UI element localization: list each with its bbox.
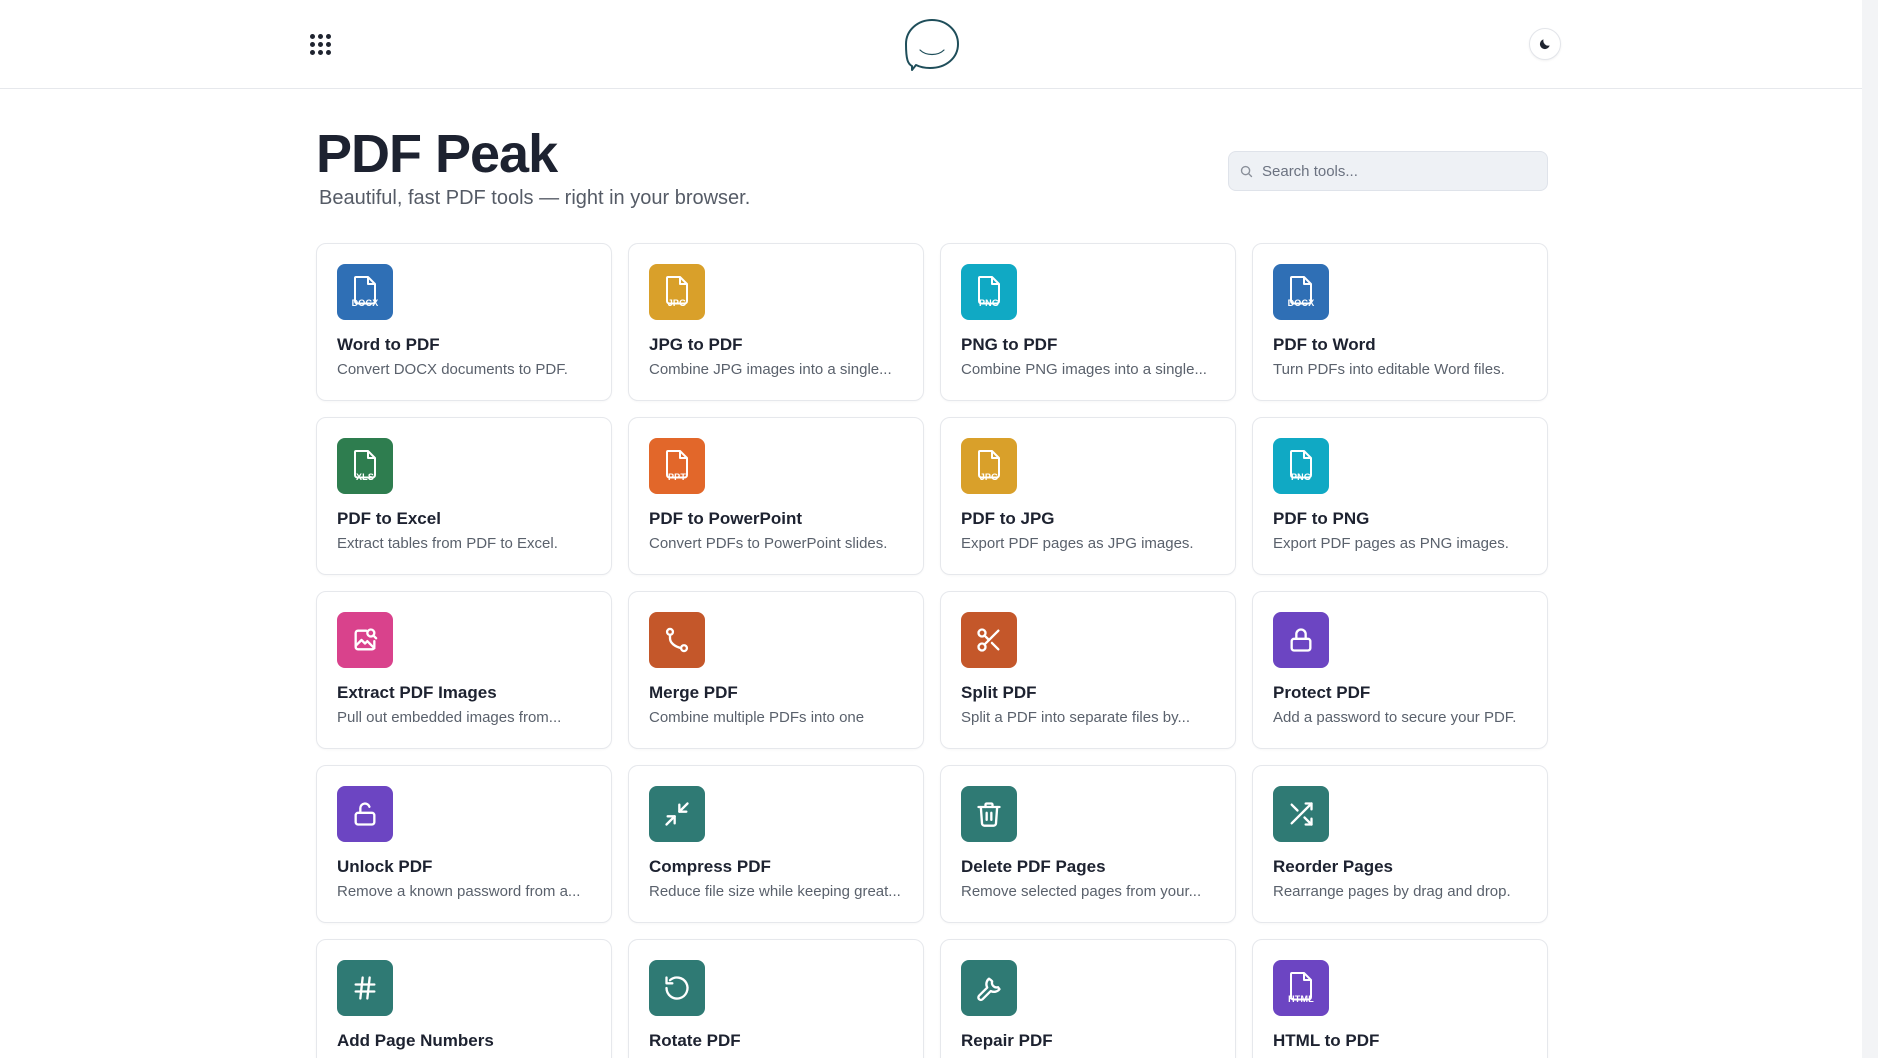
- tool-card-pdf-to-png[interactable]: PNG PDF to PNG Export PDF pages as PNG ima…: [1252, 417, 1548, 575]
- tool-card-png-to-pdf[interactable]: PNG PNG to PDF Combine PNG images into a s…: [940, 243, 1236, 401]
- tool-card-split-pdf[interactable]: Split PDF Split a PDF into separate files…: [940, 591, 1236, 749]
- file-icon: JPG: [649, 264, 705, 320]
- merge-icon: [649, 612, 705, 668]
- page-scrollbar[interactable]: [1862, 0, 1878, 1058]
- tool-card-rotate-pdf[interactable]: Rotate PDF: [628, 939, 924, 1058]
- tool-description: Convert PDFs to PowerPoint slides.: [649, 535, 888, 552]
- tool-description: Turn PDFs into editable Word files.: [1273, 361, 1505, 378]
- tool-card-pdf-to-powerpoint[interactable]: PPT PDF to PowerPoint Convert PDFs to Powe…: [628, 417, 924, 575]
- file-icon: PNG: [961, 264, 1017, 320]
- tool-card-delete-pdf-pages[interactable]: Delete PDF Pages Remove selected pages fr…: [940, 765, 1236, 923]
- tool-name: Protect PDF: [1273, 683, 1371, 702]
- tool-name: PDF to PowerPoint: [649, 509, 802, 528]
- scissors-icon: [961, 612, 1017, 668]
- file-icon: PPT: [649, 438, 705, 494]
- file-type-badge: HTML: [1288, 994, 1314, 1004]
- file-icon: PNG: [1273, 438, 1329, 494]
- tool-card-word-to-pdf[interactable]: DOCX Word to PDF Convert DOCX documents to…: [316, 243, 612, 401]
- theme-toggle-button[interactable]: [1529, 28, 1561, 60]
- image-search-icon: [337, 612, 393, 668]
- chat-bubble-logo[interactable]: [902, 16, 962, 72]
- tool-card-repair-pdf[interactable]: Repair PDF: [940, 939, 1236, 1058]
- tool-description: Remove selected pages from your...: [961, 883, 1202, 900]
- tool-description: Remove a known password from a...: [337, 883, 581, 900]
- file-icon: JPG: [961, 438, 1017, 494]
- apps-menu-button[interactable]: [302, 26, 338, 62]
- file-type-badge: PNG: [1290, 472, 1312, 482]
- tool-description: Export PDF pages as JPG images.: [961, 535, 1194, 552]
- wrench-icon: [961, 960, 1017, 1016]
- tool-card-merge-pdf[interactable]: Merge PDF Combine multiple PDFs into one: [628, 591, 924, 749]
- tool-description: Add a password to secure your PDF.: [1273, 709, 1517, 726]
- tool-name: PDF to JPG: [961, 509, 1055, 528]
- file-type-badge: DOCX: [351, 298, 379, 308]
- tool-name: Repair PDF: [961, 1031, 1053, 1050]
- tool-description: Pull out embedded images from...: [337, 709, 562, 726]
- tool-card-compress-pdf[interactable]: Compress PDF Reduce file size while keepi…: [628, 765, 924, 923]
- search-input[interactable]: [1262, 162, 1542, 180]
- tool-name: PDF to PNG: [1273, 509, 1370, 528]
- grid-icon: [309, 33, 331, 55]
- tool-name: Reorder Pages: [1273, 857, 1393, 876]
- lock-icon: [1273, 612, 1329, 668]
- tool-name: Merge PDF: [649, 683, 738, 702]
- tool-card-unlock-pdf[interactable]: Unlock PDF Remove a known password from a…: [316, 765, 612, 923]
- tool-name: PDF to Word: [1273, 335, 1376, 354]
- tool-name: PDF to Excel: [337, 509, 441, 528]
- top-bar: [0, 0, 1862, 89]
- tool-description: Combine multiple PDFs into one: [649, 709, 865, 726]
- tool-name: Add Page Numbers: [337, 1031, 494, 1050]
- file-type-badge: JPG: [667, 298, 687, 308]
- file-icon: DOCX: [1273, 264, 1329, 320]
- rotate-icon: [649, 960, 705, 1016]
- tool-description: Reduce file size while keeping great...: [649, 883, 901, 900]
- tool-card-pdf-to-word[interactable]: DOCX PDF to Word Turn PDFs into editable W…: [1252, 243, 1548, 401]
- tool-description: Rearrange pages by drag and drop.: [1273, 883, 1511, 900]
- tool-name: Delete PDF Pages: [961, 857, 1106, 876]
- tool-card-jpg-to-pdf[interactable]: JPG JPG to PDF Combine JPG images into a s…: [628, 243, 924, 401]
- shuffle-icon: [1273, 786, 1329, 842]
- unlock-icon: [337, 786, 393, 842]
- compress-icon: [649, 786, 705, 842]
- tool-name: Extract PDF Images: [337, 683, 497, 702]
- tool-name: Word to PDF: [337, 335, 440, 354]
- tool-card-reorder-pages[interactable]: Reorder Pages Rearrange pages by drag and…: [1252, 765, 1548, 923]
- hash-icon: [337, 960, 393, 1016]
- tool-card-add-page-numbers[interactable]: Add Page Numbers: [316, 939, 612, 1058]
- tool-description: Combine PNG images into a single...: [961, 361, 1207, 378]
- file-icon: XLS: [337, 438, 393, 494]
- file-type-badge: PPT: [667, 472, 687, 482]
- search-icon: [1240, 165, 1253, 177]
- file-type-badge: JPG: [979, 472, 999, 482]
- tool-name: Split PDF: [961, 683, 1037, 702]
- file-icon: DOCX: [337, 264, 393, 320]
- tool-name: Compress PDF: [649, 857, 771, 876]
- tools-grid: DOCX Word to PDF Convert DOCX documents to…: [316, 243, 1549, 1058]
- tool-name: Rotate PDF: [649, 1031, 741, 1050]
- tool-description: Combine JPG images into a single...: [649, 361, 892, 378]
- tool-description: Extract tables from PDF to Excel.: [337, 535, 558, 552]
- file-type-badge: PNG: [978, 298, 1000, 308]
- file-type-badge: DOCX: [1287, 298, 1315, 308]
- tool-name: Unlock PDF: [337, 857, 433, 876]
- tool-card-protect-pdf[interactable]: Protect PDF Add a password to secure your…: [1252, 591, 1548, 749]
- tool-card-pdf-to-jpg[interactable]: JPG PDF to JPG Export PDF pages as JPG ima…: [940, 417, 1236, 575]
- tool-name: PNG to PDF: [961, 335, 1058, 354]
- tool-card-html-to-pdf[interactable]: HTML HTML to PDF: [1252, 939, 1548, 1058]
- page-subtitle: Beautiful, fast PDF tools — right in you…: [319, 187, 751, 209]
- tool-card-pdf-to-excel[interactable]: XLS PDF to Excel Extract tables from PDF t…: [316, 417, 612, 575]
- tool-name: JPG to PDF: [649, 335, 743, 354]
- tool-description: Convert DOCX documents to PDF.: [337, 361, 568, 378]
- moon-icon: [1539, 39, 1550, 50]
- file-icon: HTML: [1273, 960, 1329, 1016]
- tool-card-extract-pdf-images[interactable]: Extract PDF Images Pull out embedded imag…: [316, 591, 612, 749]
- tool-description: Export PDF pages as PNG images.: [1273, 535, 1509, 552]
- page-title: PDF Peak: [316, 124, 558, 184]
- search-box[interactable]: [1228, 151, 1548, 191]
- tool-description: Split a PDF into separate files by...: [961, 709, 1190, 726]
- trash-icon: [961, 786, 1017, 842]
- tool-name: HTML to PDF: [1273, 1031, 1380, 1050]
- file-type-badge: XLS: [355, 472, 375, 482]
